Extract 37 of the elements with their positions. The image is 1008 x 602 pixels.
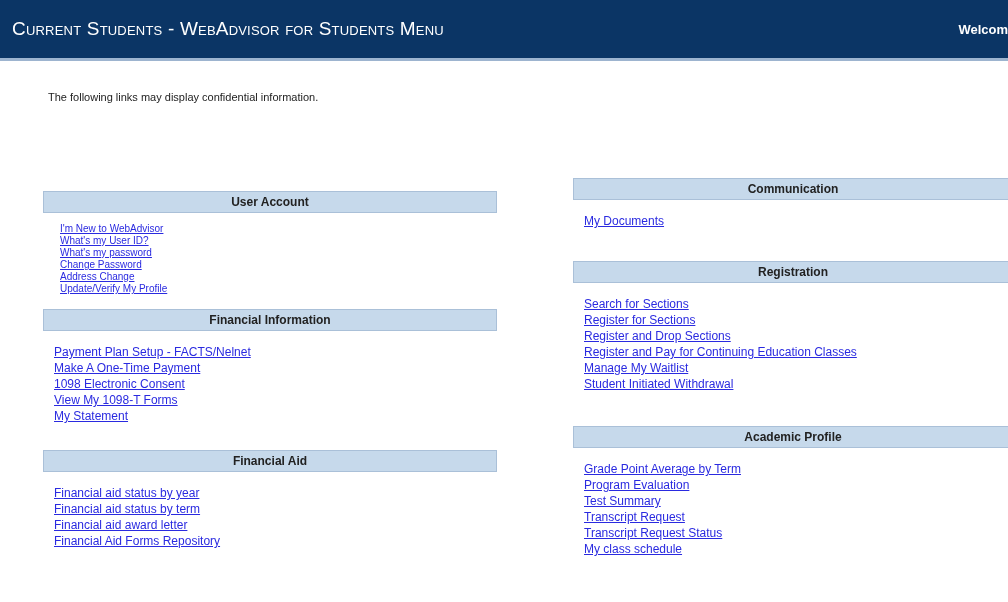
menu-link[interactable]: Student Initiated Withdrawal bbox=[584, 377, 734, 391]
section-header: User Account bbox=[43, 191, 497, 213]
menu-link[interactable]: Financial Aid Forms Repository bbox=[54, 534, 221, 548]
section-header: Financial Information bbox=[43, 309, 497, 331]
menu-link[interactable]: 1098 Electronic Consent bbox=[54, 377, 185, 391]
section-header: Communication bbox=[573, 178, 1008, 200]
notice-text: The following links may display confidential information. bbox=[48, 91, 320, 103]
menu-link[interactable]: My Statement bbox=[54, 409, 129, 423]
menu-link[interactable]: Register and Pay for Continuing Education Classes bbox=[584, 345, 857, 359]
welcome-text: Welcom bbox=[958, 21, 1008, 37]
page-title: Current Students - WebAdvisor for Students Menu bbox=[12, 18, 444, 40]
menu-link[interactable]: View My 1098-T Forms bbox=[54, 393, 178, 407]
menu-link[interactable]: I'm New to WebAdvisor bbox=[60, 223, 164, 234]
menu-link[interactable]: Update/Verify My Profile bbox=[60, 283, 168, 294]
menu-link[interactable]: Transcript Request bbox=[584, 510, 685, 524]
menu-link[interactable]: Register for Sections bbox=[584, 313, 696, 327]
section-header: Financial Aid bbox=[43, 450, 497, 472]
menu-link[interactable]: Manage My Waitlist bbox=[584, 361, 689, 375]
menu-link[interactable]: Financial aid status by term bbox=[54, 502, 201, 516]
menu-link[interactable]: Grade Point Average by Term bbox=[584, 462, 741, 476]
menu-link[interactable]: Test Summary bbox=[584, 494, 661, 508]
menu-link[interactable]: My Documents bbox=[584, 214, 665, 228]
menu-link[interactable]: Financial aid award letter bbox=[54, 518, 188, 532]
section-header: Registration bbox=[573, 261, 1008, 283]
menu-link[interactable]: Address Change bbox=[60, 271, 135, 282]
menu-link[interactable]: What's my User ID? bbox=[60, 235, 149, 246]
menu-link[interactable]: Change Password bbox=[60, 259, 142, 270]
menu-link[interactable]: Program Evaluation bbox=[584, 478, 690, 492]
section-header: Academic Profile bbox=[573, 426, 1008, 448]
menu-link[interactable]: What's my password bbox=[60, 247, 152, 258]
menu-link[interactable]: Make A One-Time Payment bbox=[54, 361, 201, 375]
menu-link[interactable]: Search for Sections bbox=[584, 297, 689, 311]
menu-link[interactable]: Register and Drop Sections bbox=[584, 329, 731, 343]
menu-link[interactable]: My class schedule bbox=[584, 542, 683, 556]
menu-link[interactable]: Payment Plan Setup - FACTS/Nelnet bbox=[54, 345, 251, 359]
menu-link[interactable]: Transcript Request Status bbox=[584, 526, 723, 540]
menu-link[interactable]: Financial aid status by year bbox=[54, 486, 200, 500]
